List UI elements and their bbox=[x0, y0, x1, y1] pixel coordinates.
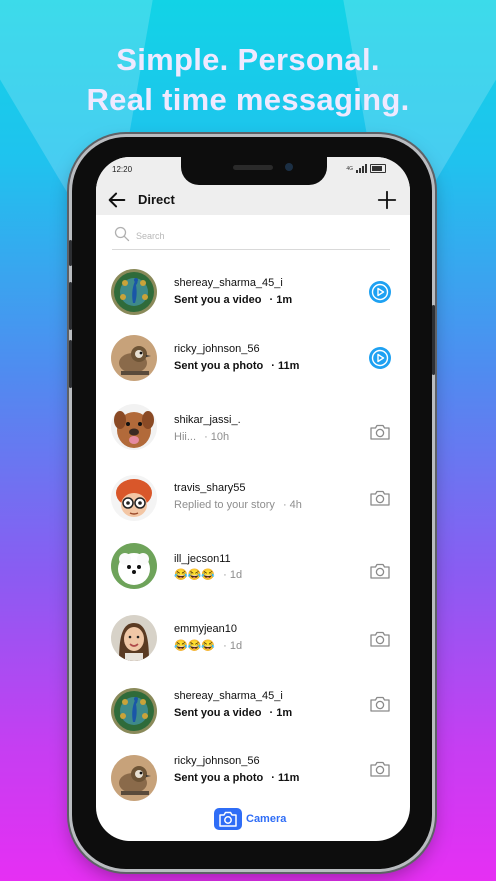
camera-button[interactable] bbox=[214, 808, 242, 830]
phone-screen: 12:20 4G Direct Search shereay_sharma_45… bbox=[96, 157, 410, 841]
thread-username: ill_jecson11 bbox=[174, 553, 231, 565]
promo-headline-line1: Simple. Personal. bbox=[116, 42, 380, 77]
camera-icon[interactable] bbox=[368, 627, 392, 651]
avatar bbox=[111, 543, 157, 589]
thread-message: 😂😂😂 · 1d bbox=[174, 569, 243, 581]
thread-message: Sent you a photo · 11m bbox=[174, 360, 300, 372]
network-type: 4G bbox=[346, 165, 353, 172]
back-arrow-icon[interactable] bbox=[106, 189, 128, 211]
camera-icon[interactable] bbox=[368, 692, 392, 716]
search-placeholder: Search bbox=[136, 231, 165, 241]
thread-row[interactable]: emmyjean10 😂😂😂 · 1d bbox=[96, 615, 410, 675]
avatar bbox=[111, 755, 157, 801]
thread-username: travis_shary55 bbox=[174, 482, 246, 494]
avatar bbox=[111, 615, 157, 661]
thread-row[interactable]: shereay_sharma_45_i Sent you a video · 1… bbox=[96, 688, 410, 748]
earpiece bbox=[233, 165, 273, 170]
battery-icon bbox=[370, 164, 386, 173]
new-message-plus-icon[interactable] bbox=[376, 189, 398, 211]
thread-row[interactable]: ricky_johnson_56 Sent you a photo · 11m bbox=[96, 755, 410, 815]
phone-side-button bbox=[69, 240, 72, 266]
thread-time: · 1m bbox=[269, 294, 293, 306]
thread-row[interactable]: ill_jecson11 😂😂😂 · 1d bbox=[96, 543, 410, 603]
thread-time: · 11m bbox=[271, 360, 300, 372]
promo-headline-line2: Real time messaging. bbox=[86, 82, 410, 117]
thread-time: · 1d bbox=[223, 640, 243, 652]
search-input[interactable]: Search bbox=[112, 223, 390, 250]
avatar bbox=[111, 404, 157, 450]
phone-power-button bbox=[432, 305, 435, 375]
camera-icon[interactable] bbox=[368, 420, 392, 444]
play-circle-icon[interactable] bbox=[368, 346, 392, 370]
thread-time: · 11m bbox=[271, 772, 300, 784]
camera-icon[interactable] bbox=[368, 757, 392, 781]
page-title: Direct bbox=[138, 192, 175, 207]
search-icon bbox=[114, 226, 130, 242]
app-bar: Direct bbox=[96, 185, 410, 215]
camera-icon[interactable] bbox=[368, 559, 392, 583]
thread-message: 😂😂😂 · 1d bbox=[174, 640, 243, 652]
front-camera bbox=[285, 163, 293, 171]
avatar bbox=[111, 475, 157, 521]
avatar bbox=[111, 688, 157, 734]
thread-username: shereay_sharma_45_i bbox=[174, 690, 283, 702]
phone-volume-up bbox=[69, 282, 72, 330]
thread-row[interactable]: ricky_johnson_56 Sent you a photo · 11m bbox=[96, 335, 410, 395]
thread-message: Sent you a photo · 11m bbox=[174, 772, 300, 784]
camera-icon[interactable] bbox=[368, 486, 392, 510]
avatar bbox=[111, 335, 157, 381]
thread-time: · 4h bbox=[282, 499, 302, 511]
avatar bbox=[111, 269, 157, 315]
thread-username: shereay_sharma_45_i bbox=[174, 277, 283, 289]
camera-icon bbox=[219, 811, 237, 827]
thread-message: Sent you a video · 1m bbox=[174, 707, 293, 719]
thread-row[interactable]: travis_shary55 Replied to your story · 4… bbox=[96, 475, 410, 535]
thread-time: · 1m bbox=[269, 707, 293, 719]
thread-message: Replied to your story · 4h bbox=[174, 499, 302, 511]
status-indicators: 4G bbox=[346, 164, 386, 173]
thread-username: emmyjean10 bbox=[174, 623, 237, 635]
thread-time: · 1d bbox=[223, 569, 243, 581]
thread-row[interactable]: shikar_jassi_. Hii... · 10h bbox=[96, 404, 410, 464]
play-circle-icon[interactable] bbox=[368, 280, 392, 304]
phone-volume-down bbox=[69, 340, 72, 388]
camera-label[interactable]: Camera bbox=[246, 813, 286, 825]
thread-message: Hii... · 10h bbox=[174, 431, 230, 443]
thread-username: ricky_johnson_56 bbox=[174, 343, 260, 355]
thread-row[interactable]: shereay_sharma_45_i Sent you a video · 1… bbox=[96, 269, 410, 329]
status-time: 12:20 bbox=[112, 165, 133, 174]
thread-time: · 10h bbox=[204, 431, 230, 443]
signal-icon bbox=[356, 164, 367, 173]
thread-username: ricky_johnson_56 bbox=[174, 755, 260, 767]
thread-message: Sent you a video · 1m bbox=[174, 294, 293, 306]
thread-username: shikar_jassi_. bbox=[174, 414, 241, 426]
notch bbox=[181, 157, 327, 185]
